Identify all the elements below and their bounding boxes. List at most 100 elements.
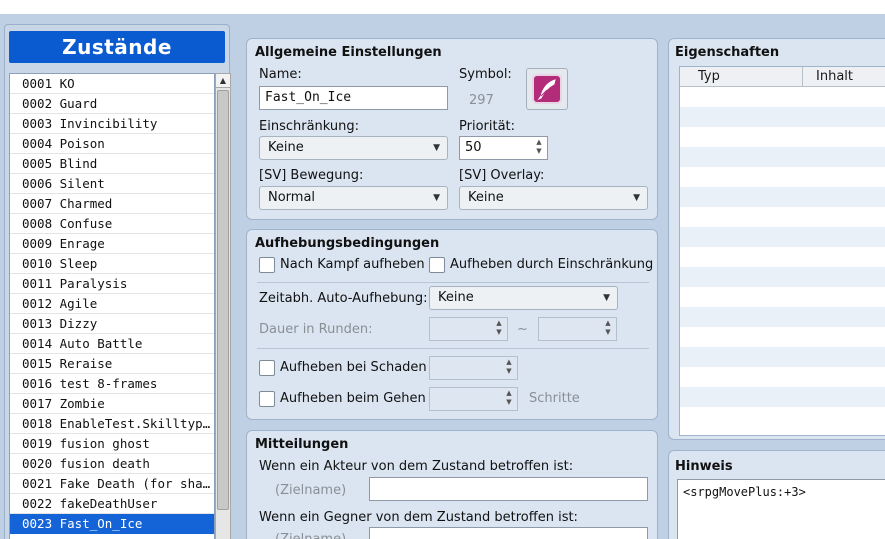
general-settings-group: Allgemeine Einstellungen Name: Fast_On_I… xyxy=(246,38,658,220)
restriction-value: Keine xyxy=(268,140,304,155)
state-list-item[interactable]: 0009 Enrage xyxy=(10,234,214,254)
chevron-down-icon: ▼ xyxy=(603,293,610,303)
auto-removal-dropdown[interactable]: Keine ▼ xyxy=(429,286,618,310)
messages-group: Mitteilungen Wenn ein Akteur von dem Zus… xyxy=(246,430,658,539)
traits-table-header: Typ Inhalt xyxy=(680,67,885,87)
overlay-value: Keine xyxy=(468,190,504,205)
state-list-item[interactable]: 0021 Fake Death (for shad… xyxy=(10,474,214,494)
remove-by-restriction-label[interactable]: Aufheben durch Einschränkung xyxy=(450,257,653,272)
auto-removal-label: Zeitabh. Auto-Aufhebung: xyxy=(259,291,428,306)
traits-row[interactable] xyxy=(680,287,885,307)
state-list-item[interactable]: 0023 Fast_On_Ice xyxy=(10,514,214,534)
spin-arrows-icon[interactable]: ▲ ▼ xyxy=(504,358,514,378)
state-list-item[interactable]: 0012 Agile xyxy=(10,294,214,314)
state-list-item[interactable]: 0001 KO xyxy=(10,74,214,94)
state-list-item[interactable]: 0007 Charmed xyxy=(10,194,214,214)
spin-arrows-icon[interactable]: ▲ ▼ xyxy=(494,319,504,339)
traits-row[interactable] xyxy=(680,167,885,187)
traits-row[interactable] xyxy=(680,407,885,427)
symbol-picker[interactable] xyxy=(526,68,568,110)
actor-message-input[interactable] xyxy=(369,477,648,501)
priority-value: 50 xyxy=(465,140,482,155)
chevron-down-icon: ▼ xyxy=(633,193,640,203)
state-list-item[interactable]: 0015 Reraise xyxy=(10,354,214,374)
remove-after-battle-checkbox[interactable] xyxy=(259,257,275,273)
duration-max-stepper[interactable]: ▲ ▼ xyxy=(538,317,617,341)
scrollbar-thumb[interactable] xyxy=(217,90,229,510)
scroll-up-icon[interactable]: ▲ xyxy=(216,74,230,88)
priority-label: Priorität: xyxy=(459,119,516,134)
enemy-message-label: Wenn ein Gegner von dem Zustand betroffe… xyxy=(259,510,578,525)
state-list-item[interactable]: 0003 Invincibility xyxy=(10,114,214,134)
state-list-item[interactable]: 0020 fusion death xyxy=(10,454,214,474)
state-list-item[interactable]: 0017 Zombie xyxy=(10,394,214,414)
spin-arrows-icon[interactable]: ▲ ▼ xyxy=(504,389,514,409)
state-list-item[interactable]: 0011 Paralysis xyxy=(10,274,214,294)
state-list-item[interactable]: 0013 Dizzy xyxy=(10,314,214,334)
priority-stepper[interactable]: 50 ▲ ▼ xyxy=(459,136,548,160)
enemy-message-input[interactable] xyxy=(369,527,648,539)
states-list-scrollbar[interactable]: ▲ xyxy=(215,73,231,539)
remove-by-walking-label[interactable]: Aufheben beim Gehen xyxy=(280,391,426,406)
remove-after-battle-label[interactable]: Nach Kampf aufheben xyxy=(280,257,425,272)
top-strip xyxy=(0,0,885,14)
traits-row[interactable] xyxy=(680,87,885,107)
col-content-header[interactable]: Inhalt xyxy=(816,67,853,86)
state-list-item[interactable]: 0005 Blind xyxy=(10,154,214,174)
duration-min-stepper[interactable]: ▲ ▼ xyxy=(429,317,508,341)
traits-row[interactable] xyxy=(680,227,885,247)
col-type-header[interactable]: Typ xyxy=(698,67,720,86)
motion-dropdown[interactable]: Normal ▼ xyxy=(259,186,448,210)
chevron-down-icon: ▼ xyxy=(433,193,440,203)
name-input[interactable]: Fast_On_Ice xyxy=(259,86,448,110)
remove-by-damage-label[interactable]: Aufheben bei Schaden xyxy=(280,360,427,375)
traits-row[interactable] xyxy=(680,147,885,167)
traits-row[interactable] xyxy=(680,267,885,287)
actor-message-label: Wenn ein Akteur von dem Zustand betroffe… xyxy=(259,459,574,474)
enemy-target-placeholder: (Zielname) xyxy=(275,532,346,539)
messages-title: Mitteilungen xyxy=(255,437,349,452)
note-textarea[interactable]: <srpgMovePlus:+3> xyxy=(677,479,885,539)
state-list-item[interactable]: 0006 Silent xyxy=(10,174,214,194)
remove-by-restriction-checkbox[interactable] xyxy=(429,257,445,273)
traits-row[interactable] xyxy=(680,387,885,407)
traits-row[interactable] xyxy=(680,207,885,227)
traits-row[interactable] xyxy=(680,347,885,367)
remove-by-walking-checkbox[interactable] xyxy=(259,391,275,407)
overlay-dropdown[interactable]: Keine ▼ xyxy=(459,186,648,210)
traits-row[interactable] xyxy=(680,367,885,387)
separator xyxy=(257,348,649,349)
note-title: Hinweis xyxy=(675,459,733,474)
state-list-item[interactable]: 0018 EnableTest.Skilltype… xyxy=(10,414,214,434)
spin-arrows-icon[interactable]: ▲ ▼ xyxy=(603,319,613,339)
motion-value: Normal xyxy=(268,190,316,205)
feather-quill-icon xyxy=(532,74,562,104)
state-list-item[interactable]: 0002 Guard xyxy=(10,94,214,114)
state-list-item[interactable]: 0014 Auto Battle xyxy=(10,334,214,354)
state-list-item[interactable]: 0004 Poison xyxy=(10,134,214,154)
spin-arrows-icon[interactable]: ▲ ▼ xyxy=(534,138,544,158)
traits-table[interactable]: Typ Inhalt xyxy=(679,66,885,436)
walking-steps-stepper[interactable]: ▲ ▼ xyxy=(429,387,518,411)
state-list-item[interactable]: 0008 Confuse xyxy=(10,214,214,234)
traits-row[interactable] xyxy=(680,187,885,207)
states-list-panel: Zustände 0001 KO 0002 Guard 0003 Invincibi… xyxy=(4,24,231,539)
separator xyxy=(257,282,649,283)
restriction-label: Einschränkung: xyxy=(259,119,360,134)
state-list-item[interactable]: 0016 test 8-frames xyxy=(10,374,214,394)
state-list-item[interactable]: 0019 fusion ghost xyxy=(10,434,214,454)
damage-percent-stepper[interactable]: ▲ ▼ xyxy=(429,356,518,380)
traits-row[interactable] xyxy=(680,307,885,327)
traits-row[interactable] xyxy=(680,327,885,347)
traits-row[interactable] xyxy=(680,127,885,147)
symbol-label: Symbol: xyxy=(459,67,512,82)
states-list-header: Zustände xyxy=(9,31,225,63)
traits-row[interactable] xyxy=(680,107,885,127)
traits-row[interactable] xyxy=(680,247,885,267)
actor-target-placeholder: (Zielname) xyxy=(275,483,347,498)
states-list[interactable]: 0001 KO 0002 Guard 0003 Invincibility 0004 … xyxy=(9,73,215,539)
remove-by-damage-checkbox[interactable] xyxy=(259,360,275,376)
restriction-dropdown[interactable]: Keine ▼ xyxy=(259,136,448,160)
state-list-item[interactable]: 0010 Sleep xyxy=(10,254,214,274)
state-list-item[interactable]: 0022 fakeDeathUser xyxy=(10,494,214,514)
